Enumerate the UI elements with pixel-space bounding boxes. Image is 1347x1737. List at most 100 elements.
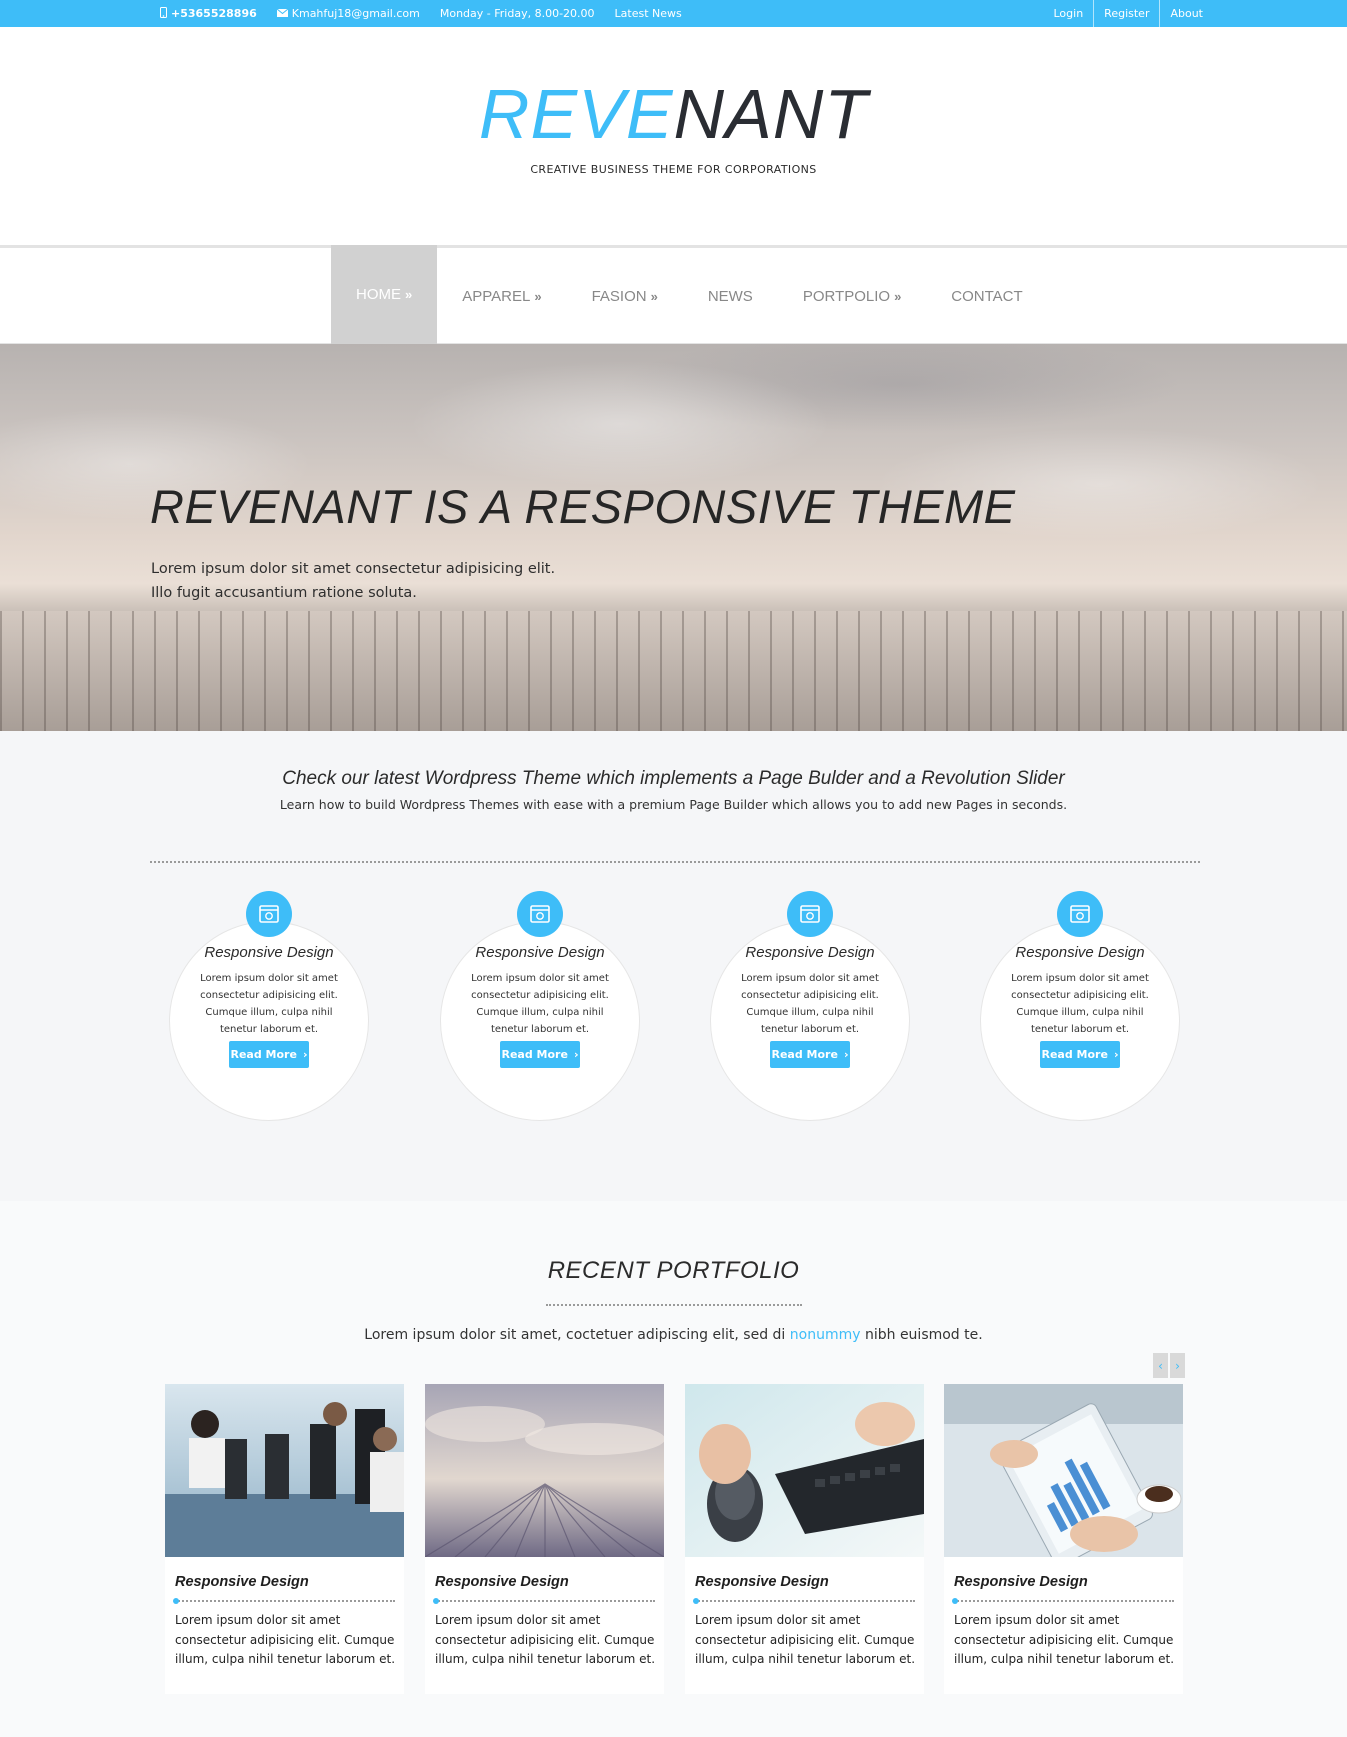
email-info[interactable]: Kmahfuj18@gmail.com	[276, 7, 420, 20]
read-more-button[interactable]: Read More ›	[1040, 1041, 1120, 1068]
read-more-button[interactable]: Read More ›	[500, 1041, 580, 1068]
site-logo[interactable]: REVENANT	[0, 79, 1347, 149]
chevron-right-icon: ›	[1113, 1048, 1119, 1061]
card-title: Responsive Design	[954, 1574, 1088, 1590]
browser-icon	[1057, 891, 1103, 937]
feature-title: Responsive Design	[475, 944, 605, 961]
contact-info: +5365528896 Kmahfuj18@gmail.com Monday -…	[160, 0, 682, 27]
latest-news-link[interactable]: Latest News	[615, 7, 682, 20]
read-more-label: Read More	[771, 1048, 838, 1061]
browser-icon	[517, 891, 563, 937]
feature-text: Lorem ipsum dolor sit amet consectetur a…	[1011, 973, 1149, 1035]
card-text: Lorem ipsum dolor sit amet consectetur a…	[175, 1613, 396, 1666]
card-title: Responsive Design	[695, 1574, 829, 1590]
hero-line-2: Illo fugit accusantium ratione soluta.	[151, 585, 417, 601]
card-divider	[435, 1600, 655, 1602]
feature-card: Responsive Design Lorem ipsum dolor sit …	[710, 891, 910, 1141]
hero-line-1: Lorem ipsum dolor sit amet consectetur a…	[151, 561, 556, 577]
portfolio-card[interactable]: Responsive Design Lorem ipsum dolor sit …	[944, 1384, 1183, 1694]
logo-part-2: NANT	[673, 75, 869, 153]
feature-card: Responsive Design Lorem ipsum dolor sit …	[980, 891, 1180, 1141]
chevron-right-icon: ›	[573, 1048, 579, 1061]
portfolio-card[interactable]: Responsive Design Lorem ipsum dolor sit …	[685, 1384, 924, 1694]
portfolio-subtitle: Lorem ipsum dolor sit amet, coctetuer ad…	[0, 1327, 1347, 1343]
read-more-label: Read More	[230, 1048, 297, 1061]
nav-label: HOME	[356, 286, 401, 303]
portfolio-image-office[interactable]	[165, 1384, 404, 1557]
top-bar: +5365528896 Kmahfuj18@gmail.com Monday -…	[0, 0, 1347, 27]
portfolio-image-tablet[interactable]	[944, 1384, 1183, 1557]
read-more-label: Read More	[501, 1048, 568, 1061]
header: REVENANT CREATIVE BUSINESS THEME FOR COR…	[0, 27, 1347, 247]
portfolio-subtitle-link[interactable]: nonummy	[790, 1327, 861, 1343]
card-divider-dot	[693, 1598, 699, 1604]
feature-title: Responsive Design	[204, 944, 334, 961]
chevron-right-icon: ›	[302, 1048, 308, 1061]
read-more-label: Read More	[1041, 1048, 1108, 1061]
card-divider-dot	[433, 1598, 439, 1604]
portfolio-card[interactable]: Responsive Design Lorem ipsum dolor sit …	[425, 1384, 664, 1694]
nav-label: NEWS	[707, 287, 753, 305]
carousel-prev-button[interactable]: ‹	[1153, 1353, 1168, 1378]
feature-card: Responsive Design Lorem ipsum dolor sit …	[169, 891, 369, 1141]
intro-title: Check our latest Wordpress Theme which i…	[282, 768, 1065, 789]
nav-item-portpolio[interactable]: PORTPOLIO »	[778, 248, 926, 344]
nav-label: APPAREL	[462, 287, 531, 305]
read-more-button[interactable]: Read More ›	[770, 1041, 850, 1068]
section-divider	[150, 861, 1200, 863]
account-links: Login Register About	[1043, 0, 1213, 27]
hero-banner: REVENANT IS A RESPONSIVE THEME Lorem ips…	[0, 344, 1347, 731]
about-link[interactable]: About	[1159, 0, 1213, 27]
card-text: Lorem ipsum dolor sit amet consectetur a…	[435, 1613, 656, 1666]
nav-item-news[interactable]: NEWS	[683, 248, 778, 344]
read-more-button[interactable]: Read More ›	[229, 1041, 309, 1068]
feature-title: Responsive Design	[1015, 944, 1145, 961]
card-title: Responsive Design	[175, 1574, 309, 1590]
card-text: Lorem ipsum dolor sit amet consectetur a…	[695, 1613, 916, 1666]
nav-item-home[interactable]: HOME »	[331, 245, 438, 344]
email-address: Kmahfuj18@gmail.com	[291, 7, 420, 20]
double-chevron-icon: »	[534, 288, 542, 304]
mail-icon	[276, 7, 289, 20]
card-divider	[695, 1600, 915, 1602]
nav-item-fasion[interactable]: FASION »	[567, 248, 683, 344]
nav-label: FASION	[591, 287, 647, 305]
phone-icon	[160, 6, 167, 21]
double-chevron-icon: »	[894, 288, 902, 304]
nav-item-apparel[interactable]: APPAREL »	[437, 248, 566, 344]
nav-item-contact[interactable]: CONTACT	[926, 248, 1047, 344]
portfolio-divider	[546, 1304, 802, 1306]
card-divider	[954, 1600, 1174, 1602]
carousel-controls: ‹ ›	[1153, 1353, 1185, 1378]
hero-title: REVENANT IS A RESPONSIVE THEME	[150, 480, 1016, 533]
carousel-next-button[interactable]: ›	[1170, 1353, 1185, 1378]
features-section: Check our latest Wordpress Theme which i…	[0, 731, 1347, 1201]
hero-lead: Lorem ipsum dolor sit amet consectetur a…	[151, 557, 555, 605]
double-chevron-icon: »	[650, 288, 658, 304]
portfolio-image-keyboard[interactable]	[685, 1384, 924, 1557]
portfolio-card[interactable]: Responsive Design Lorem ipsum dolor sit …	[165, 1384, 404, 1694]
feature-card: Responsive Design Lorem ipsum dolor sit …	[440, 891, 640, 1141]
portfolio-image-deck[interactable]	[425, 1384, 664, 1557]
nav-label: CONTACT	[951, 287, 1023, 305]
portfolio-subtitle-tail: nibh euismod te.	[860, 1327, 983, 1343]
intro-subtitle: Learn how to build Wordpress Themes with…	[279, 797, 1068, 812]
browser-icon	[246, 891, 292, 937]
portfolio-section: RECENT PORTFOLIO Lorem ipsum dolor sit a…	[0, 1201, 1347, 1737]
register-link[interactable]: Register	[1093, 0, 1159, 27]
card-divider-dot	[173, 1598, 179, 1604]
site-tagline: CREATIVE BUSINESS THEME FOR CORPORATIONS	[530, 163, 817, 176]
office-hours: Monday - Friday, 8.00-20.00	[439, 7, 595, 20]
main-nav: HOME » APPAREL » FASION » NEWS PORTPOLIO…	[0, 245, 1347, 344]
feature-text: Lorem ipsum dolor sit amet consectetur a…	[741, 973, 879, 1035]
double-chevron-icon: »	[405, 287, 413, 302]
hero-deck-image	[0, 611, 1347, 731]
feature-text: Lorem ipsum dolor sit amet consectetur a…	[200, 973, 338, 1035]
portfolio-subtitle-text: Lorem ipsum dolor sit amet, coctetuer ad…	[364, 1327, 790, 1343]
login-link[interactable]: Login	[1043, 0, 1093, 27]
chevron-right-icon: ›	[843, 1048, 849, 1061]
phone-number: +5365528896	[171, 7, 257, 20]
phone-info[interactable]: +5365528896	[160, 6, 257, 21]
nav-label: PORTPOLIO	[802, 287, 891, 305]
logo-part-1: REVE	[478, 75, 674, 153]
